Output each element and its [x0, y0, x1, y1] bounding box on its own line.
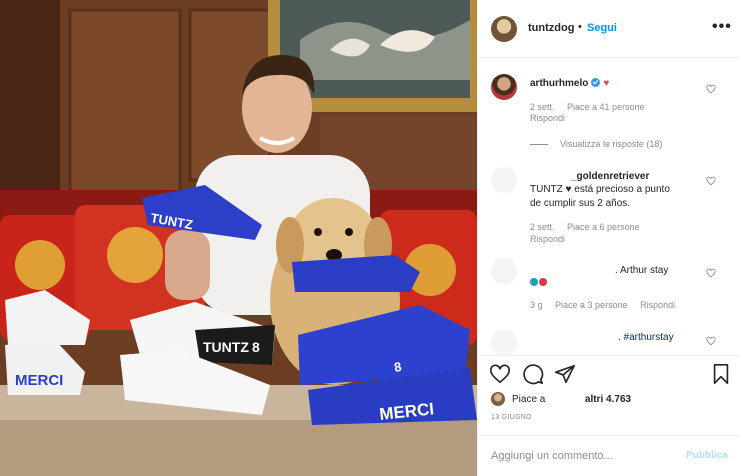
comment-heart-icon[interactable] — [706, 336, 716, 346]
view-replies-label: Visualizza le risposte (18) — [560, 139, 663, 149]
liker-avatar[interactable] — [491, 392, 505, 406]
post-actions: Piace a altri 4.763 13 GIUGNO Aggiungi u… — [478, 355, 740, 475]
comment-likes[interactable]: Piace a 41 persone — [567, 102, 645, 112]
publish-button[interactable]: Pubblica — [686, 450, 728, 461]
comment-text[interactable]: . #arthurstay — [618, 331, 674, 344]
reply-button[interactable]: Rispondi — [530, 113, 565, 123]
paper-plane-icon[interactable] — [554, 363, 576, 385]
comment-text-line-2: de cumplir sus 2 años. — [530, 198, 631, 209]
comment-text: . Arthur stay — [615, 265, 669, 276]
comment-time: 2 sett. — [530, 222, 555, 232]
heart-outline-icon[interactable] — [489, 363, 511, 385]
commenter-avatar[interactable] — [491, 74, 517, 100]
emoji-icon — [530, 278, 547, 286]
boot-label: TUNTZ — [203, 339, 249, 355]
comment-likes[interactable]: Piace a 3 persone — [555, 300, 628, 310]
verified-badge-icon — [591, 78, 601, 87]
comment-likes[interactable]: Piace a 6 persone — [567, 222, 640, 232]
likes-summary[interactable]: Piace a altri 4.763 — [512, 394, 631, 405]
boot-label: MERCI — [15, 372, 63, 389]
comment-bubble-icon[interactable] — [522, 363, 544, 385]
post-side-panel: tuntzdog • Segui ••• arthurhmelo ♥ 2 sett… — [477, 0, 740, 476]
post-date: 13 GIUGNO — [491, 414, 532, 421]
ellipsis-icon[interactable]: ••• — [712, 19, 732, 35]
bookmark-icon[interactable] — [710, 363, 732, 385]
commenter-avatar[interactable] — [491, 329, 517, 355]
comment-username[interactable]: _goldenretriever — [571, 171, 649, 182]
comment-time: 2 sett. — [530, 102, 555, 112]
commenter-avatar[interactable] — [491, 167, 517, 193]
replies-divider — [530, 144, 548, 146]
likes-count[interactable]: altri 4.763 — [585, 394, 631, 405]
reply-button[interactable]: Rispondi — [530, 234, 565, 244]
comment-heart-icon[interactable] — [706, 268, 716, 278]
comment-username[interactable]: arthurhmelo — [530, 78, 588, 89]
comment-time: 3 g — [530, 300, 543, 310]
photo-scene: TUNTZ MERCI TUNTZ 8 8 MERCI — [0, 0, 477, 476]
view-replies-button[interactable]: Visualizza le risposte (18) — [530, 139, 662, 149]
likes-prefix: Piace a — [512, 394, 546, 405]
post-photo[interactable]: TUNTZ MERCI TUNTZ 8 8 MERCI — [0, 0, 477, 476]
commenter-avatar[interactable] — [491, 258, 517, 284]
comment-text: ♥ — [603, 78, 610, 89]
add-comment-bar: Aggiungi un commento... Pubblica — [478, 435, 740, 476]
boot-label: 8 — [252, 339, 260, 355]
post-header: tuntzdog • Segui ••• — [478, 0, 740, 58]
comment-input[interactable]: Aggiungi un commento... — [491, 450, 613, 462]
comment-text-line-1: TUNTZ ♥ está precioso a punto — [530, 184, 670, 195]
follow-button[interactable]: Segui — [587, 22, 617, 34]
comment-heart-icon[interactable] — [706, 176, 716, 186]
author-username[interactable]: tuntzdog — [528, 22, 574, 34]
author-avatar[interactable] — [491, 16, 517, 42]
comments-list[interactable]: arthurhmelo ♥ 2 sett. Piace a 41 persone … — [478, 59, 740, 355]
reply-button[interactable]: Rispondi — [640, 300, 675, 310]
comment-heart-icon[interactable] — [706, 84, 716, 94]
header-dot: • — [578, 21, 582, 33]
